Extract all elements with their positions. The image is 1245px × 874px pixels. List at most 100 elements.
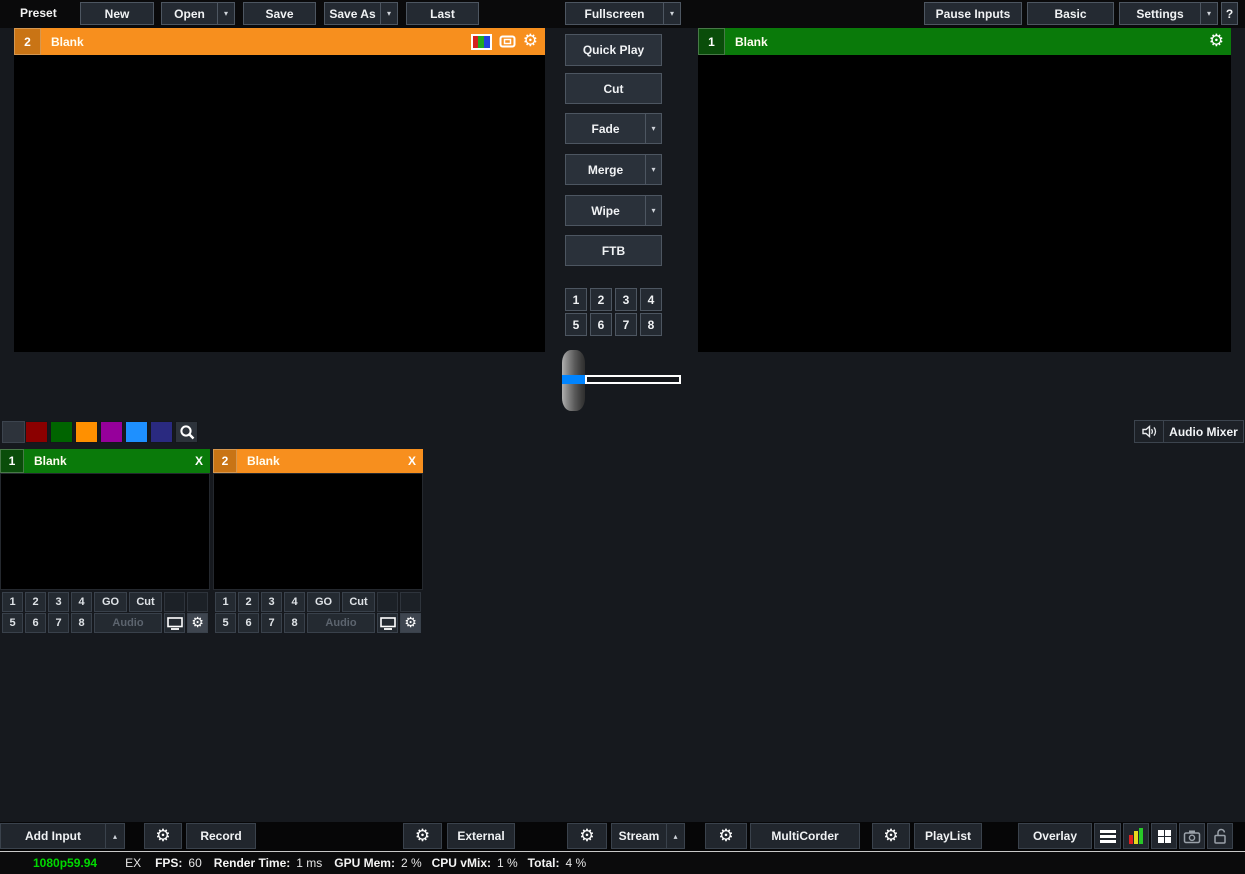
stream-dropdown-icon[interactable]: ▴ [666,824,684,848]
record-settings-button[interactable]: ⚙ [403,823,442,849]
audio-meters-button[interactable] [1123,823,1149,849]
add-input-button[interactable]: Add Input ▴ [0,823,125,849]
multiview-button[interactable] [1151,823,1177,849]
save-as-dropdown-icon[interactable]: ▾ [380,3,397,24]
input-1-go-button[interactable]: GO [94,592,127,612]
save-button[interactable]: Save [243,2,316,25]
input-1-close-button[interactable]: X [188,449,210,473]
input-1-overlay-4-button[interactable]: 4 [71,592,92,612]
quick-play-button[interactable]: Quick Play [565,34,662,66]
transition-number-4[interactable]: 4 [640,288,662,311]
transition-number-1[interactable]: 1 [565,288,587,311]
ftb-button[interactable]: FTB [565,235,662,266]
multicorder-settings-button[interactable]: ⚙ [705,823,747,849]
input-2-close-button[interactable]: X [401,449,423,473]
filter-navy-swatch[interactable] [150,421,173,443]
new-button[interactable]: New [80,2,154,25]
input-2-fullscreen-button[interactable] [377,613,398,633]
input-1-overlay-7-button[interactable]: 7 [48,613,69,633]
input-2-overlay-4-button[interactable]: 4 [284,592,305,612]
playlist-button[interactable]: PlayList [914,823,982,849]
cut-button[interactable]: Cut [565,73,662,104]
input-1-settings-button[interactable]: ⚙ [187,613,208,633]
input-1-overlay-6-button[interactable]: 6 [25,613,46,633]
input-1-cut-button[interactable]: Cut [129,592,162,612]
transition-number-3[interactable]: 3 [615,288,637,311]
fullscreen-monitor-icon[interactable] [499,35,516,48]
external-button[interactable]: External [447,823,515,849]
input-2-header[interactable]: 2 Blank X [213,449,423,473]
merge-dropdown-icon[interactable]: ▾ [645,155,661,184]
input-1-overlay-3-button[interactable]: 3 [48,592,69,612]
input-2-go-button[interactable]: GO [307,592,340,612]
preview-settings-gear-icon[interactable]: ⚙ [523,33,538,50]
open-button[interactable]: Open ▾ [161,2,235,25]
filter-orange-swatch[interactable] [75,421,98,443]
preview-header[interactable]: 2 Blank ⚙ [14,28,545,55]
filter-blue-swatch[interactable] [125,421,148,443]
wipe-dropdown-icon[interactable]: ▾ [645,196,661,225]
filter-purple-swatch[interactable] [100,421,123,443]
input-2-overlay-2-button[interactable]: 2 [238,592,259,612]
overlay-button[interactable]: Overlay [1018,823,1092,849]
input-1-overlay-1-button[interactable]: 1 [2,592,23,612]
transition-number-7[interactable]: 7 [615,313,637,336]
input-2-overlay-7-button[interactable]: 7 [261,613,282,633]
input-2-audio-button[interactable]: Audio [307,613,375,633]
input-2-cut-button[interactable]: Cut [342,592,375,612]
input-1-thumbnail[interactable] [0,473,210,590]
open-dropdown-icon[interactable]: ▾ [217,3,234,24]
input-2-thumbnail[interactable] [213,473,423,590]
input-1-header[interactable]: 1 Blank X [0,449,210,473]
playlist-settings-button[interactable]: ⚙ [872,823,910,849]
colour-bars-icon[interactable] [471,34,492,50]
input-2-overlay-6-button[interactable]: 6 [238,613,259,633]
record-button[interactable]: Record [186,823,256,849]
help-button[interactable]: ? [1221,2,1238,25]
last-button[interactable]: Last [406,2,479,25]
settings-dropdown-icon[interactable]: ▾ [1200,3,1217,24]
fade-dropdown-icon[interactable]: ▾ [645,114,661,143]
wipe-button[interactable]: Wipe ▾ [565,195,662,226]
input-1-overlay-2-button[interactable]: 2 [25,592,46,612]
pause-inputs-button[interactable]: Pause Inputs [924,2,1022,25]
transition-number-6[interactable]: 6 [590,313,612,336]
merge-button[interactable]: Merge ▾ [565,154,662,185]
add-input-settings-button[interactable]: ⚙ [144,823,182,849]
input-1-audio-button[interactable]: Audio [94,613,162,633]
input-2-overlay-1-button[interactable]: 1 [215,592,236,612]
shortcuts-button[interactable] [1094,823,1121,849]
input-2-settings-button[interactable]: ⚙ [400,613,421,633]
basic-button[interactable]: Basic [1027,2,1114,25]
input-2-overlay-8-button[interactable]: 8 [284,613,305,633]
audio-mixer-tab[interactable]: Audio Mixer [1134,420,1244,443]
stream-settings-button[interactable]: ⚙ [567,823,607,849]
transition-number-5[interactable]: 5 [565,313,587,336]
input-2-overlay-5-button[interactable]: 5 [215,613,236,633]
tbar-handle[interactable] [562,350,585,411]
filter-none-swatch[interactable] [2,421,25,443]
settings-button[interactable]: Settings ▾ [1119,2,1218,25]
lock-button[interactable] [1207,823,1233,849]
filter-red-swatch[interactable] [25,421,48,443]
save-as-button[interactable]: Save As ▾ [324,2,398,25]
transition-number-8[interactable]: 8 [640,313,662,336]
snapshot-button[interactable] [1179,823,1205,849]
input-1-overlay-8-button[interactable]: 8 [71,613,92,633]
input-2-overlay-3-button[interactable]: 3 [261,592,282,612]
fade-button[interactable]: Fade ▾ [565,113,662,144]
search-button[interactable] [175,421,198,443]
multicorder-button[interactable]: MultiCorder [750,823,860,849]
input-1-fullscreen-button[interactable] [164,613,185,633]
stream-button[interactable]: Stream ▴ [611,823,685,849]
transition-number-2[interactable]: 2 [590,288,612,311]
add-input-dropdown-icon[interactable]: ▴ [105,824,124,848]
fullscreen-button[interactable]: Fullscreen ▾ [565,2,681,25]
speaker-icon[interactable] [1135,421,1164,442]
filter-green-swatch[interactable] [50,421,73,443]
input-1-overlay-5-button[interactable]: 5 [2,613,23,633]
fullscreen-dropdown-icon[interactable]: ▾ [663,3,680,24]
program-header[interactable]: 1 Blank ⚙ [698,28,1231,55]
gear-icon: ⚙ [404,616,417,630]
program-settings-gear-icon[interactable]: ⚙ [1209,33,1224,50]
